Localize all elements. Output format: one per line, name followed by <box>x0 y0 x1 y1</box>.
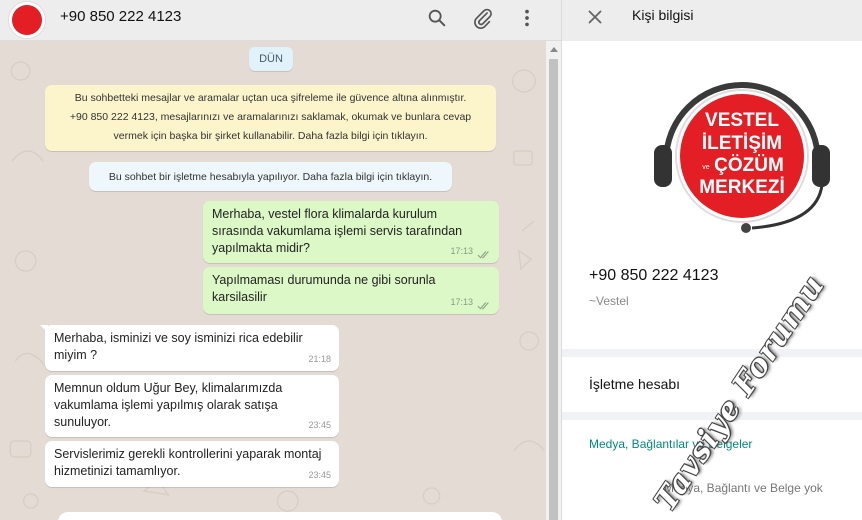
profile-photo[interactable]: VESTEL İLETİŞİM ve ÇÖZÜM MERKEZİ <box>652 73 832 238</box>
message-line: hizmetinizi tamamlıyor. <box>54 464 181 478</box>
message-list: DÜN Bu sohbetteki mesajlar ve aramalar u… <box>0 41 546 520</box>
message-time: 23:45 <box>308 420 331 430</box>
search-icon[interactable] <box>424 5 450 31</box>
business-account-label: İşletme hesabı <box>589 376 681 392</box>
double-check-icon <box>477 251 489 259</box>
logo-line-cozum: ÇÖZÜM <box>714 155 784 176</box>
scrollbar-thumb[interactable] <box>549 59 558 520</box>
contact-avatar[interactable] <box>8 1 46 39</box>
logo-line-ve: ve <box>702 164 710 171</box>
contact-phone: +90 850 222 4123 <box>589 267 719 284</box>
contact-info-panel: Kişi bilgisi VESTEL İLETİŞİM ve ÇÖZÜM ME… <box>561 0 862 520</box>
info-title: Kişi bilgisi <box>632 7 694 23</box>
chat-header: +90 850 222 4123 <box>0 0 561 41</box>
message-line: Merhaba, vestel flora klimalarda kurulum <box>212 207 438 221</box>
chat-title[interactable]: +90 850 222 4123 <box>60 8 181 25</box>
logo-line-merkezi: MERKEZİ <box>699 177 785 198</box>
message-line: karsilasilir <box>212 290 267 304</box>
logo-line-iletisim: İLETİŞİM <box>702 133 782 154</box>
media-empty-text: Medya, Bağlantı ve Belge yok <box>664 481 823 495</box>
menu-icon[interactable] <box>514 5 540 31</box>
encryption-line-1: Bu sohbetteki mesajlar ve aramalar uçtan… <box>74 92 467 104</box>
vestel-logo-small <box>12 5 42 35</box>
whatsapp-web-window: +90 850 222 4123 DÜN Bu sohbetteki mesaj… <box>0 0 862 520</box>
encryption-notice[interactable]: Bu sohbetteki mesajlar ve aramalar uçtan… <box>45 85 496 151</box>
message-bubble-outgoing[interactable]: Merhaba, vestel flora klimalarda kurulum… <box>203 201 499 263</box>
chat-scrollbar[interactable] <box>546 41 561 520</box>
message-time: 17:13 <box>450 297 473 307</box>
contact-name: ~Vestel <box>589 294 629 308</box>
message-line: Memnun oldum Uğur Bey, klimalarımızda <box>54 381 283 395</box>
message-time: 17:13 <box>450 246 473 256</box>
media-links-docs-link[interactable]: Medya, Bağlantılar ve Belgeler <box>589 437 752 451</box>
message-bubble-incoming[interactable]: Memnun oldum Uğur Bey, klimalarımızda va… <box>45 375 339 437</box>
message-line: yapılmakta midir? <box>212 241 310 255</box>
message-bubble-outgoing[interactable]: Yapılmaması durumunda ne gibi sorunla ka… <box>203 267 499 314</box>
logo-line-vestel: VESTEL <box>705 110 779 131</box>
close-icon[interactable] <box>584 6 606 28</box>
message-line: miyim ? <box>54 348 98 362</box>
vestel-headset-logo: VESTEL İLETİŞİM ve ÇÖZÜM MERKEZİ <box>654 82 830 233</box>
info-header: Kişi bilgisi <box>562 0 862 41</box>
business-notice[interactable]: Bu sohbet bir işletme hesabıyla yapılıyo… <box>89 162 452 191</box>
date-divider: DÜN <box>249 47 293 71</box>
chat-panel: +90 850 222 4123 DÜN Bu sohbetteki mesaj… <box>0 0 561 520</box>
attach-icon[interactable] <box>470 5 496 31</box>
message-line: vakumlama işlemi yapılmış olarak satışa <box>54 398 278 412</box>
message-line: sırasında vakumlama işlemi servis tarafı… <box>212 224 463 238</box>
scroll-up-arrow-icon[interactable] <box>546 41 561 57</box>
message-line: Yapılmaması durumunda ne gibi sorunla <box>212 273 436 287</box>
message-time: 23:45 <box>308 470 331 480</box>
media-section: Medya, Bağlantılar ve Belgeler Medya, Ba… <box>562 420 862 520</box>
message-line: sunuluyor. <box>54 415 111 429</box>
message-time: 21:18 <box>308 354 331 364</box>
profile-card: VESTEL İLETİŞİM ve ÇÖZÜM MERKEZİ +90 850… <box>562 41 862 349</box>
message-line: Servislerimiz gerekli kontrollerini yapa… <box>54 447 322 461</box>
message-line: Merhaba, isminizi ve soy isminizi rica e… <box>54 331 303 345</box>
message-bubble-incoming[interactable]: Servislerimiz gerekli kontrollerini yapa… <box>45 441 339 487</box>
encryption-line-3: vermek için başka bir şirket kullanabili… <box>113 130 428 142</box>
business-account-section[interactable]: İşletme hesabı <box>562 357 862 412</box>
double-check-icon <box>477 302 489 310</box>
encryption-line-2: +90 850 222 4123, mesajlarınızı ve arama… <box>69 111 472 123</box>
message-bubble-incoming[interactable]: Merhaba, isminizi ve soy isminizi rica e… <box>45 325 339 371</box>
